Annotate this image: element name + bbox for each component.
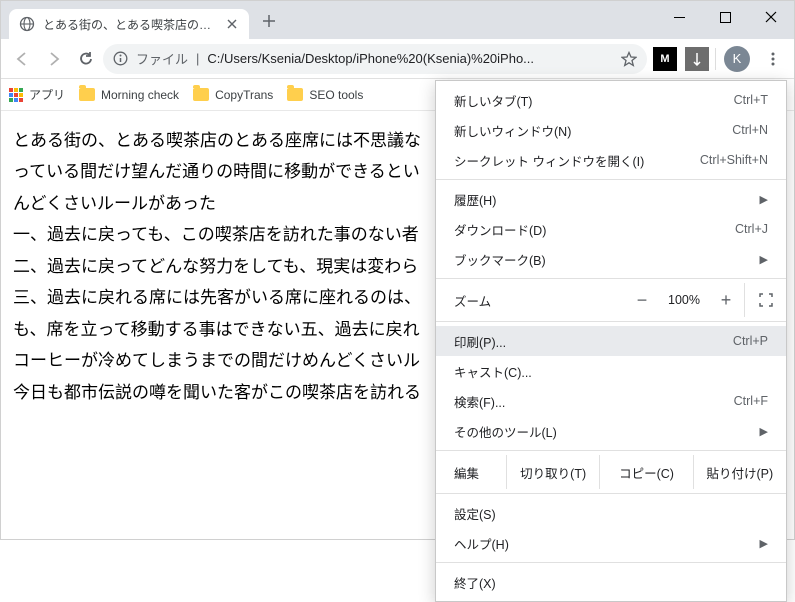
menu-exit[interactable]: 終了(X) bbox=[436, 567, 786, 597]
menu-help[interactable]: ヘルプ(H) ▶ bbox=[436, 528, 786, 558]
titlebar: とある街の、とある喫茶店のとある座 bbox=[1, 1, 794, 39]
menu-print[interactable]: 印刷(P)... Ctrl+P bbox=[436, 326, 786, 356]
menu-zoom: ズーム − 100% + bbox=[436, 283, 786, 317]
menu-separator bbox=[436, 321, 786, 322]
zoom-value: 100% bbox=[660, 293, 708, 307]
menu-incognito[interactable]: シークレット ウィンドウを開く(I) Ctrl+Shift+N bbox=[436, 145, 786, 175]
profile-avatar[interactable]: K bbox=[724, 46, 750, 72]
menu-bookmarks[interactable]: ブックマーク(B) ▶ bbox=[436, 244, 786, 274]
zoom-out-button[interactable]: − bbox=[624, 283, 660, 317]
menu-paste[interactable]: 貼り付け(P) bbox=[693, 455, 786, 489]
browser-tab[interactable]: とある街の、とある喫茶店のとある座 bbox=[9, 9, 249, 39]
chevron-right-icon: ▶ bbox=[760, 253, 768, 266]
menu-separator bbox=[436, 278, 786, 279]
back-button[interactable] bbox=[7, 44, 37, 74]
tab-strip: とある街の、とある喫茶店のとある座 bbox=[1, 1, 656, 39]
minimize-button[interactable] bbox=[656, 1, 702, 33]
menu-copy[interactable]: コピー(C) bbox=[599, 455, 692, 489]
window-controls bbox=[656, 1, 794, 33]
tab-title: とある街の、とある喫茶店のとある座 bbox=[43, 16, 217, 33]
file-label: ファイル bbox=[136, 49, 188, 68]
extension-pdf-icon[interactable] bbox=[685, 47, 709, 71]
new-tab-button[interactable] bbox=[255, 7, 283, 35]
url-text: C:/Users/Ksenia/Desktop/iPhone%20(Ksenia… bbox=[207, 51, 613, 66]
menu-new-window[interactable]: 新しいウィンドウ(N) Ctrl+N bbox=[436, 115, 786, 145]
menu-separator bbox=[436, 179, 786, 180]
apps-button[interactable]: アプリ bbox=[9, 86, 65, 103]
menu-button[interactable] bbox=[758, 44, 788, 74]
bookmark-item[interactable]: SEO tools bbox=[287, 88, 363, 102]
menu-separator bbox=[436, 562, 786, 563]
menu-downloads[interactable]: ダウンロード(D) Ctrl+J bbox=[436, 214, 786, 244]
zoom-in-button[interactable]: + bbox=[708, 283, 744, 317]
extension-icons: M bbox=[649, 47, 713, 71]
menu-history[interactable]: 履歴(H) ▶ bbox=[436, 184, 786, 214]
star-icon[interactable] bbox=[621, 51, 637, 67]
menu-cut[interactable]: 切り取り(T) bbox=[506, 455, 599, 489]
menu-cast[interactable]: キャスト(C)... bbox=[436, 356, 786, 386]
reload-button[interactable] bbox=[71, 44, 101, 74]
bookmark-item[interactable]: Morning check bbox=[79, 88, 179, 102]
menu-separator bbox=[436, 450, 786, 451]
menu-settings[interactable]: 設定(S) bbox=[436, 498, 786, 528]
maximize-button[interactable] bbox=[702, 1, 748, 33]
fullscreen-button[interactable] bbox=[744, 283, 786, 317]
menu-find[interactable]: 検索(F)... Ctrl+F bbox=[436, 386, 786, 416]
extension-m-icon[interactable]: M bbox=[653, 47, 677, 71]
toolbar: ファイル | C:/Users/Ksenia/Desktop/iPhone%20… bbox=[1, 39, 794, 79]
close-window-button[interactable] bbox=[748, 1, 794, 33]
info-icon[interactable] bbox=[113, 51, 128, 66]
bookmark-item[interactable]: CopyTrans bbox=[193, 88, 273, 102]
chrome-menu: 新しいタブ(T) Ctrl+T 新しいウィンドウ(N) Ctrl+N シークレッ… bbox=[435, 80, 787, 602]
chevron-right-icon: ▶ bbox=[760, 537, 768, 550]
globe-icon bbox=[19, 16, 35, 32]
menu-separator bbox=[436, 493, 786, 494]
folder-icon bbox=[193, 88, 209, 101]
chevron-right-icon: ▶ bbox=[760, 425, 768, 438]
chevron-right-icon: ▶ bbox=[760, 193, 768, 206]
folder-icon bbox=[79, 88, 95, 101]
menu-more-tools[interactable]: その他のツール(L) ▶ bbox=[436, 416, 786, 446]
menu-new-tab[interactable]: 新しいタブ(T) Ctrl+T bbox=[436, 85, 786, 115]
address-bar[interactable]: ファイル | C:/Users/Ksenia/Desktop/iPhone%20… bbox=[103, 44, 647, 74]
close-tab-icon[interactable] bbox=[225, 17, 239, 31]
apps-icon bbox=[9, 88, 23, 102]
folder-icon bbox=[287, 88, 303, 101]
menu-edit-row: 編集 切り取り(T) コピー(C) 貼り付け(P) bbox=[436, 455, 786, 489]
forward-button[interactable] bbox=[39, 44, 69, 74]
